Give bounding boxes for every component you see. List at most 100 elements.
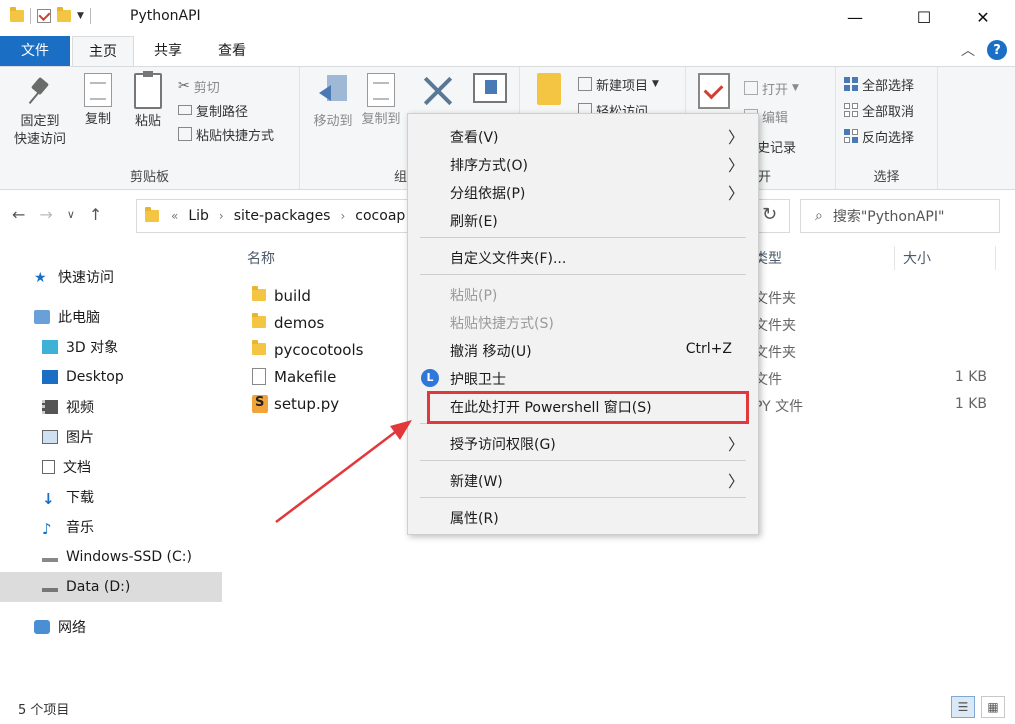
invert-selection-button[interactable]: 反向选择: [844, 125, 914, 147]
recent-chevron-down-icon[interactable]: ∨: [67, 208, 75, 221]
column-header-name[interactable]: 名称: [247, 248, 275, 268]
sidebar-item-label: Desktop: [66, 369, 124, 385]
sidebar-item-this-pc[interactable]: 此电脑: [0, 302, 222, 332]
cut-button[interactable]: ✂ 剪切: [178, 75, 220, 97]
sidebar-item-c-drive[interactable]: Windows-SSD (C:): [0, 542, 222, 572]
breadcrumb-cocoapi[interactable]: cocoap: [355, 208, 405, 224]
network-icon: [34, 620, 50, 634]
search-box[interactable]: ⌕ 搜索"PythonAPI": [800, 199, 1000, 233]
move-to-button[interactable]: 移动到: [306, 73, 360, 131]
breadcrumb-chevron-icon[interactable]: ›: [340, 209, 345, 223]
sidebar-item-desktop[interactable]: Desktop: [0, 362, 222, 392]
properties-button[interactable]: [696, 73, 732, 113]
delete-button[interactable]: [418, 73, 458, 113]
submenu-chevron-icon: 〉: [727, 472, 744, 491]
submenu-chevron-icon: 〉: [727, 156, 744, 175]
menu-item-undo-move[interactable]: 撤消 移动(U) Ctrl+Z: [408, 336, 758, 363]
new-item-button[interactable]: 新建项目 ▼: [578, 73, 659, 95]
drive-icon: [42, 552, 58, 562]
menu-item-label: 新建(W): [450, 474, 503, 490]
customize-toolbar-chevron-icon[interactable]: ▼: [77, 11, 84, 21]
menu-item-refresh[interactable]: 刷新(E): [408, 206, 758, 233]
new-item-chevron-icon: ▼: [652, 79, 659, 89]
details-view-icon[interactable]: ☰: [951, 696, 975, 718]
column-divider[interactable]: [894, 246, 895, 270]
menu-item-properties[interactable]: 属性(R): [408, 503, 758, 530]
close-button[interactable]: ✕: [960, 0, 1006, 34]
menu-item-customize-folder[interactable]: 自定义文件夹(F)...: [408, 243, 758, 270]
help-icon[interactable]: ?: [987, 40, 1007, 60]
paste-button[interactable]: 粘贴: [128, 71, 168, 131]
file-name: build: [274, 287, 311, 305]
maximize-button[interactable]: ☐: [901, 0, 947, 34]
sidebar-item-d-drive[interactable]: Data (D:): [0, 572, 222, 602]
paste-shortcut-button[interactable]: 粘贴快捷方式: [178, 123, 274, 145]
copy-to-label: 复制到: [361, 112, 401, 127]
star-icon: ★: [34, 270, 47, 286]
sidebar-item-videos[interactable]: 视频: [0, 392, 222, 422]
folder-icon[interactable]: [10, 7, 24, 22]
menu-item-eye-guard[interactable]: L 护眼卫士: [408, 364, 758, 391]
column-divider[interactable]: [995, 246, 996, 270]
sidebar-item-network[interactable]: 网络: [0, 612, 222, 642]
file-name: pycocotools: [274, 341, 364, 359]
pin-label-line1: 固定到: [20, 114, 60, 129]
breadcrumb-site-packages[interactable]: site-packages: [234, 208, 331, 224]
menu-item-paste-shortcut[interactable]: 粘贴快捷方式(S): [408, 308, 758, 335]
breadcrumb-chevron-icon[interactable]: ›: [219, 209, 224, 223]
pin-to-quick-access-button[interactable]: 固定到 快速访问: [8, 73, 72, 149]
tab-share[interactable]: 共享: [140, 36, 196, 66]
breadcrumb-lib[interactable]: Lib: [188, 208, 209, 224]
select-none-button[interactable]: 全部取消: [844, 99, 914, 121]
sidebar-item-label: 文档: [63, 460, 91, 476]
open-button[interactable]: 打开 ▼: [744, 77, 799, 99]
folder-icon: [252, 313, 266, 328]
back-arrow-icon[interactable]: ←: [12, 205, 25, 224]
tab-home[interactable]: 主页: [72, 36, 134, 67]
delete-x-icon: [421, 73, 455, 109]
up-arrow-icon[interactable]: ↑: [89, 205, 102, 224]
copy-to-button[interactable]: 复制到: [356, 73, 406, 129]
menu-item-sort[interactable]: 排序方式(O) 〉: [408, 150, 758, 177]
sidebar-item-3d-objects[interactable]: 3D 对象: [0, 332, 222, 362]
large-icons-view-icon[interactable]: ▦: [981, 696, 1005, 718]
menu-item-label: 粘贴快捷方式(S): [450, 316, 554, 332]
menu-item-group[interactable]: 分组依据(P) 〉: [408, 178, 758, 205]
tab-view[interactable]: 查看: [204, 36, 260, 66]
menu-item-paste[interactable]: 粘贴(P): [408, 280, 758, 307]
menu-item-view[interactable]: 查看(V) 〉: [408, 122, 758, 149]
rename-button[interactable]: [468, 73, 512, 107]
new-item-label: 新建项目: [596, 78, 649, 94]
menu-item-grant-access[interactable]: 授予访问权限(G) 〉: [408, 429, 758, 456]
rename-icon: [473, 73, 507, 103]
refresh-icon[interactable]: ↻: [762, 204, 777, 225]
menu-item-new[interactable]: 新建(W) 〉: [408, 466, 758, 493]
sidebar-item-pictures[interactable]: 图片: [0, 422, 222, 452]
collapse-ribbon-chevron-icon[interactable]: ︿: [961, 40, 975, 60]
forward-arrow-icon[interactable]: →: [39, 205, 52, 224]
minimize-button[interactable]: —: [832, 0, 878, 34]
sidebar-item-documents[interactable]: 文档: [0, 452, 222, 482]
sidebar-item-quick-access[interactable]: ★ 快速访问: [0, 262, 222, 292]
video-icon: [42, 400, 58, 414]
properties-check-icon[interactable]: [37, 9, 51, 23]
sidebar-item-music[interactable]: ♪ 音乐: [0, 512, 222, 542]
select-group-label: 选择: [873, 170, 900, 185]
copy-to-icon: [367, 73, 395, 107]
tab-file[interactable]: 文件: [0, 36, 70, 66]
select-all-button[interactable]: 全部选择: [844, 73, 914, 95]
new-folder-button[interactable]: [534, 73, 564, 109]
column-header-size[interactable]: 大小: [903, 248, 931, 268]
picture-icon: [42, 430, 58, 444]
new-folder-icon[interactable]: [57, 7, 71, 22]
new-folder-big-icon: [537, 73, 561, 105]
quick-access-toolbar: ▼: [10, 7, 91, 24]
paste-shortcut-icon: [178, 127, 192, 141]
open-label: 打开: [762, 82, 789, 98]
sidebar-item-downloads[interactable]: ↓ 下载: [0, 482, 222, 512]
copy-path-button[interactable]: 复制路径: [178, 99, 248, 121]
sidebar-item-label: Data (D:): [66, 579, 131, 595]
breadcrumb-overflow[interactable]: «: [171, 209, 178, 223]
copy-button[interactable]: 复制: [78, 73, 118, 129]
copy-icon: [84, 73, 112, 107]
